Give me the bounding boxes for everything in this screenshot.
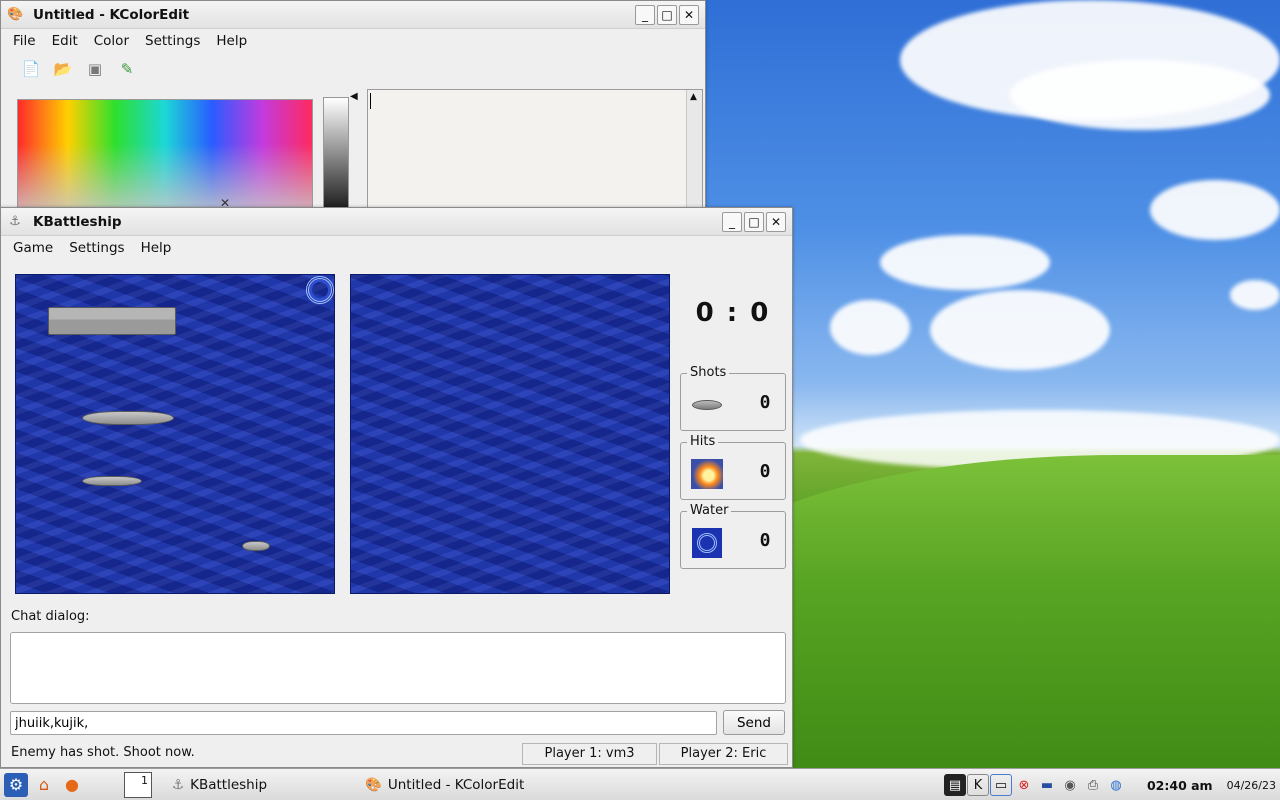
minimize-button[interactable]: _ — [722, 211, 742, 232]
shots-box: Shots 0 — [680, 365, 786, 431]
maximize-button[interactable]: □ — [744, 211, 764, 232]
arrow-left-icon: ◀ — [350, 91, 358, 102]
clock[interactable]: 02:40 am — [1147, 778, 1213, 793]
cloud — [880, 235, 1050, 290]
color-picker-icon[interactable]: ✎ — [115, 57, 139, 81]
hits-box: Hits 0 — [680, 434, 786, 500]
destroyer — [82, 476, 142, 486]
terminal-icon[interactable]: ▤ — [943, 774, 966, 796]
maximize-button[interactable]: □ — [657, 4, 677, 25]
cloud — [1150, 180, 1280, 240]
window-title: Untitled - KColorEdit — [33, 6, 190, 23]
cloud — [930, 290, 1110, 370]
minimize-button[interactable]: _ — [635, 4, 655, 25]
display-icon[interactable]: ▬ — [1036, 774, 1058, 796]
palette-icon: 🎨 — [365, 776, 382, 793]
menu-help[interactable]: Help — [208, 33, 255, 49]
save-icon[interactable]: ▣ — [83, 57, 107, 81]
globe-icon[interactable]: ◍ — [1105, 774, 1127, 796]
close-button[interactable]: ✕ — [679, 4, 699, 25]
cloud — [830, 300, 910, 355]
desktop-pager[interactable]: 1 — [124, 771, 152, 798]
water-icon — [691, 528, 723, 558]
open-folder-icon[interactable]: 📂 — [51, 57, 75, 81]
text-cursor — [370, 93, 371, 109]
taskbar: ⚙ ⌂ ● 1 ⚓ KBattleship 🎨 Untitled - KColo… — [0, 768, 1280, 800]
kbattleship-menubar: Game Settings Help — [1, 236, 792, 260]
battleship — [82, 411, 174, 425]
date[interactable]: 04/26/23 — [1227, 779, 1276, 792]
player2-status: Player 2: Eric — [659, 743, 788, 765]
status-message: Enemy has shot. Shoot now. — [11, 745, 195, 760]
chat-input[interactable] — [10, 711, 717, 735]
new-file-icon[interactable]: 📄 — [19, 57, 43, 81]
window-title: KBattleship — [33, 213, 122, 230]
kcoloredit-toolbar: 📄 📂 ▣ ✎ — [1, 53, 705, 85]
close-button[interactable]: ✕ — [766, 211, 786, 232]
kbattleship-titlebar[interactable]: ⚓ KBattleship _ □ ✕ — [1, 208, 792, 236]
kbattleship-window: ⚓ KBattleship _ □ ✕ Game Settings Help 0… — [0, 207, 793, 768]
firefox-icon[interactable]: ● — [60, 773, 84, 797]
menu-file[interactable]: File — [5, 33, 44, 49]
chat-log[interactable] — [10, 632, 786, 704]
kcoloredit-window: 🎨 Untitled - KColorEdit _ □ ✕ File Edit … — [0, 0, 706, 211]
aircraft-carrier — [48, 307, 176, 335]
status-bar: Enemy has shot. Shoot now. Player 1: vm3… — [1, 742, 792, 766]
water-counter: 0 — [759, 530, 771, 551]
player1-status: Player 1: vm3 — [522, 743, 657, 765]
own-board[interactable] — [15, 274, 335, 594]
task-kbattleship[interactable]: ⚓ KBattleship — [164, 772, 275, 798]
cloud — [1010, 60, 1270, 130]
network-error-icon[interactable]: ⊗ — [1013, 774, 1035, 796]
task-label: Untitled - KColorEdit — [387, 776, 525, 793]
konqueror-icon[interactable]: K — [966, 774, 989, 796]
water-box: Water 0 — [680, 503, 786, 569]
enemy-board[interactable] — [350, 274, 670, 594]
hits-counter: 0 — [759, 461, 771, 482]
shots-counter: 0 — [759, 392, 771, 413]
home-icon[interactable]: ⌂ — [32, 773, 56, 797]
pager-number: 1 — [141, 773, 148, 787]
menu-color[interactable]: Color — [86, 33, 137, 49]
menu-game[interactable]: Game — [5, 240, 61, 256]
hits-label: Hits — [687, 434, 719, 449]
shots-label: Shots — [687, 365, 730, 380]
kcoloredit-menubar: File Edit Color Settings Help — [1, 29, 705, 53]
scrollbar[interactable]: ▲ — [686, 90, 702, 210]
scroll-up-icon[interactable]: ▲ — [690, 92, 697, 102]
menu-settings[interactable]: Settings — [61, 240, 132, 256]
menu-edit[interactable]: Edit — [44, 33, 86, 49]
water-splash-icon — [306, 276, 334, 304]
score-display: 0 : 0 — [695, 298, 771, 328]
kde-menu-icon[interactable]: ⚙ — [4, 772, 28, 797]
menu-settings[interactable]: Settings — [137, 33, 208, 49]
brightness-slider[interactable] — [323, 97, 349, 211]
system-tray: ▤ K ▭ ⊗ ▬ ◉ ⎙ ◍ 02:40 am 04/26/23 — [943, 769, 1280, 800]
water-label: Water — [687, 503, 732, 518]
task-kcoloredit[interactable]: 🎨 Untitled - KColorEdit — [357, 772, 532, 798]
battleship-app-icon: ⚓ — [9, 213, 21, 229]
menu-help[interactable]: Help — [133, 240, 180, 256]
cloud — [1230, 280, 1280, 310]
color-list[interactable]: ▲ — [367, 89, 703, 211]
color-palette[interactable]: ✕ — [17, 99, 313, 211]
kcoloredit-titlebar[interactable]: 🎨 Untitled - KColorEdit _ □ ✕ — [1, 1, 705, 29]
send-button[interactable]: Send — [723, 710, 785, 735]
task-label: KBattleship — [190, 776, 268, 793]
submarine — [242, 541, 270, 551]
window-list-icon[interactable]: ▭ — [989, 774, 1012, 796]
palette-icon: 🎨 — [7, 6, 24, 22]
explosion-icon — [691, 459, 723, 489]
chat-label: Chat dialog: — [11, 609, 90, 624]
ship-icon — [691, 390, 723, 420]
battleship-app-icon: ⚓ — [172, 776, 185, 793]
printer-icon[interactable]: ⎙ — [1082, 774, 1104, 796]
volume-icon[interactable]: ◉ — [1059, 774, 1081, 796]
